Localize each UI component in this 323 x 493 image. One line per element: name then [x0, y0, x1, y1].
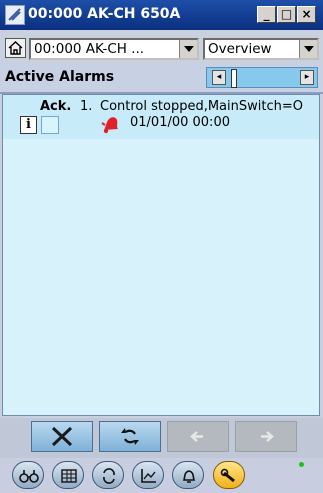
- nav-alarms-button[interactable]: [172, 461, 204, 489]
- alarm-text: Control stopped,MainSwitch=O: [100, 99, 303, 114]
- clear-button[interactable]: [31, 421, 93, 452]
- loop-arrows-icon: [103, 468, 115, 484]
- acknowledge-button[interactable]: [99, 421, 161, 452]
- previous-button[interactable]: [167, 421, 229, 452]
- close-icon: [51, 426, 73, 447]
- next-button[interactable]: [235, 421, 297, 452]
- bell-outline-icon: [182, 470, 196, 483]
- alarm-list[interactable]: Ack. 1. Control stopped,MainSwitch=O i 0…: [2, 94, 320, 416]
- device-select-value: 00:000 AK-CH ...: [34, 41, 145, 57]
- minimize-button[interactable]: _: [257, 6, 276, 23]
- alarms-header: Active Alarms ◂ ▸: [0, 64, 323, 94]
- page-title: Active Alarms: [5, 69, 115, 85]
- alarm-datetime: 01/01/00 00:00: [130, 115, 230, 130]
- alarm-index: 1.: [80, 99, 93, 114]
- bell-icon: [101, 117, 118, 134]
- device-select[interactable]: 00:000 AK-CH ...: [29, 38, 199, 60]
- page-scroller[interactable]: ◂ ▸: [206, 67, 318, 88]
- scroll-right-button[interactable]: ▸: [300, 70, 314, 85]
- status-led: [299, 462, 304, 467]
- view-select[interactable]: Overview: [203, 38, 319, 60]
- acknowledge-checkbox[interactable]: [41, 116, 59, 134]
- action-bar: [0, 418, 323, 458]
- scroll-left-button[interactable]: ◂: [212, 70, 226, 85]
- title-bar: 00:000 AK-CH 650A _ □ ×: [0, 0, 323, 30]
- binoculars-icon: [19, 470, 39, 483]
- app-icon: [5, 5, 25, 25]
- nav-overview-button[interactable]: [12, 461, 44, 489]
- chevron-down-icon[interactable]: [179, 40, 197, 58]
- view-select-value: Overview: [208, 41, 272, 57]
- window-title: 00:000 AK-CH 650A: [28, 6, 181, 22]
- maximize-button[interactable]: □: [277, 6, 296, 23]
- wrench-icon: [220, 468, 235, 483]
- home-icon: [8, 41, 23, 55]
- chevron-down-icon[interactable]: [299, 40, 317, 58]
- arrow-left-icon: [190, 431, 203, 442]
- refresh-arrows-icon: [121, 428, 139, 445]
- list-item[interactable]: Ack. 1. Control stopped,MainSwitch=O i 0…: [3, 95, 319, 139]
- chart-icon: [141, 469, 156, 483]
- nav-refresh-button[interactable]: [92, 461, 124, 489]
- bottom-nav: [0, 458, 323, 493]
- close-button[interactable]: ×: [297, 6, 316, 23]
- info-button[interactable]: i: [20, 116, 37, 134]
- scroll-thumb[interactable]: [231, 69, 237, 88]
- nav-trend-button[interactable]: [132, 461, 164, 489]
- nav-grid-button[interactable]: [52, 461, 84, 489]
- ack-label: Ack.: [40, 99, 72, 114]
- home-button[interactable]: [5, 38, 26, 58]
- toolbar: 00:000 AK-CH ... Overview: [0, 30, 323, 64]
- nav-service-button[interactable]: [213, 461, 245, 489]
- arrow-right-icon: [261, 431, 274, 442]
- grid-icon: [61, 469, 77, 483]
